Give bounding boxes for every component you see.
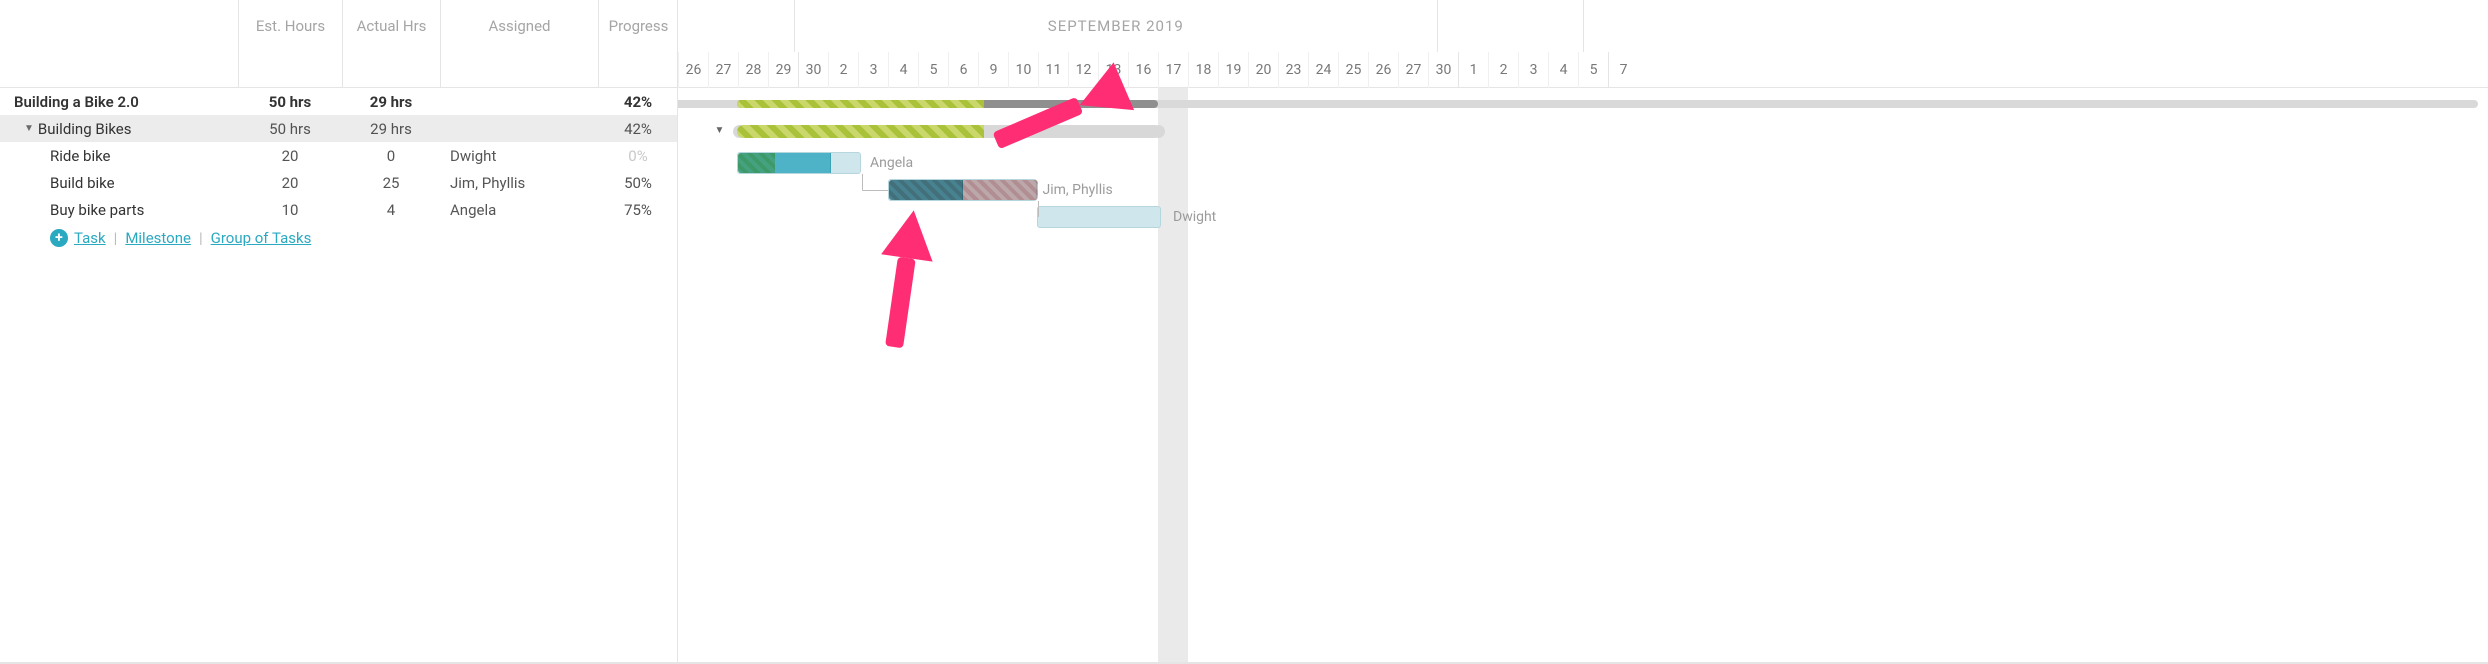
task-progress: 0% [598,147,678,165]
group-summary-progress [737,125,985,138]
task-name: Build bike [0,174,238,192]
gantt-assignee-label: Dwight [1173,209,1216,225]
table-row-task[interactable]: Build bike 20 25 Jim, Phyllis 50% [0,169,677,196]
dependency-connector [1038,201,1039,217]
timeline-month-row: SEPTEMBER 2019 [678,0,2488,52]
task-est: 20 [238,174,342,192]
col-assigned[interactable]: Assigned [440,0,598,52]
gantt-area[interactable]: ▼ Angela Jim, Phyllis Dwight [678,88,2488,664]
today-highlight [1158,88,1188,664]
timeline-day-cell[interactable]: 19 [1218,52,1248,88]
group-name: ▼ Building Bikes [0,120,238,138]
timeline-day-cell[interactable]: 3 [1518,52,1548,88]
dependency-connector [862,190,888,191]
timeline-day-cell[interactable]: 5 [1578,52,1608,88]
timeline-day-cell[interactable]: 25 [1338,52,1368,88]
timeline-day-cell[interactable]: 26 [678,52,708,88]
timeline-day-cell[interactable]: 5 [918,52,948,88]
timeline-day-cell[interactable]: 10 [1008,52,1038,88]
timeline-day-cell[interactable]: 24 [1308,52,1338,88]
dependency-connector [862,174,863,190]
timeline-day-cell[interactable]: 20 [1248,52,1278,88]
timeline-day-cell[interactable]: 17 [1158,52,1188,88]
timeline-day-cell[interactable]: 27 [1398,52,1428,88]
task-actual: 0 [342,147,440,165]
group-actual: 29 hrs [342,120,440,138]
caret-down-icon[interactable]: ▼ [24,123,34,134]
project-est: 50 hrs [238,93,342,111]
gantt-task-bar[interactable] [1037,206,1162,228]
task-assigned: Jim, Phyllis [440,174,598,192]
table-row-task[interactable]: Buy bike parts 10 4 Angela 75% [0,196,677,223]
timeline-day-cell[interactable]: 16 [1128,52,1158,88]
task-progress: 75% [598,201,678,219]
timeline-day-cell[interactable]: 4 [888,52,918,88]
gantt-assignee-label: Jim, Phyllis [1043,182,1113,198]
add-task-link[interactable]: Task [74,229,106,247]
timeline-day-cell[interactable]: 1 [1458,52,1488,88]
add-milestone-link[interactable]: Milestone [125,229,191,247]
table-pane: Est. Hours Actual Hrs Assigned Progress … [0,0,678,664]
timeline-day-cell[interactable]: 3 [858,52,888,88]
gantt-task-hatch [738,153,775,173]
timeline-day-cell[interactable]: 18 [1188,52,1218,88]
project-actual: 29 hrs [342,93,440,111]
table-header-row: Est. Hours Actual Hrs Assigned Progress [0,0,677,52]
gantt-assignee-label: Angela [870,155,913,171]
col-actual[interactable]: Actual Hrs [342,0,440,52]
group-name-label: Building Bikes [38,120,132,138]
task-est: 10 [238,201,342,219]
gantt-task-hatch [889,180,1038,200]
timeline-day-cell[interactable]: 28 [738,52,768,88]
timeline-day-cell[interactable]: 2 [828,52,858,88]
timeline-month-cell [678,0,794,52]
col-name [0,0,238,51]
task-progress: 50% [598,174,678,192]
timeline-day-cell[interactable]: 11 [1038,52,1068,88]
gantt-task-bar[interactable] [888,179,1037,201]
task-assigned: Angela [440,201,598,219]
task-actual: 4 [342,201,440,219]
timeline-day-cell[interactable]: 4 [1548,52,1578,88]
timeline-days-row: 2326272829302345691011121316171819202324… [678,52,2488,88]
project-progress: 42% [598,93,678,111]
gantt-pane: SEPTEMBER 2019 2326272829302345691011121… [678,0,2488,664]
col-progress[interactable]: Progress [598,0,678,52]
plus-icon[interactable]: + [50,229,68,247]
timeline-month-cell [1437,0,1583,52]
add-group-link[interactable]: Group of Tasks [211,229,312,247]
task-name: Ride bike [0,147,238,165]
timeline-day-cell[interactable]: 30 [798,52,828,88]
table-row-task[interactable]: Ride bike 20 0 Dwight 0% [0,142,677,169]
timeline-day-cell[interactable]: 23 [1278,52,1308,88]
annotation-arrow-icon [992,79,1125,150]
timeline-day-cell[interactable]: 2 [1488,52,1518,88]
task-est: 20 [238,147,342,165]
annotation-arrow-icon [885,211,922,349]
project-summary-progress [737,100,985,108]
caret-down-icon[interactable]: ▼ [715,125,725,136]
timeline-day-cell[interactable]: 9 [978,52,1008,88]
table-row-group[interactable]: ▼ Building Bikes 50 hrs 29 hrs 42% [0,115,677,142]
col-est[interactable]: Est. Hours [238,0,342,52]
timeline-month-cell [1583,0,2488,52]
gantt-task-bar[interactable] [737,152,862,174]
timeline-day-cell[interactable]: 6 [948,52,978,88]
task-assigned: Dwight [440,147,598,165]
timeline-day-cell[interactable]: 29 [768,52,798,88]
timeline-day-cell[interactable]: 27 [708,52,738,88]
timeline-day-cell[interactable]: 26 [1368,52,1398,88]
project-name: Building a Bike 2.0 [0,93,238,111]
task-actual: 25 [342,174,440,192]
timeline-month-cell: SEPTEMBER 2019 [794,0,1437,52]
timeline-day-cell[interactable]: 7 [1608,52,1638,88]
add-row: + Task | Milestone | Group of Tasks [0,223,677,253]
group-progress: 42% [598,120,678,138]
task-name: Buy bike parts [0,201,238,219]
timeline-day-cell[interactable]: 30 [1428,52,1458,88]
table-row-project[interactable]: Building a Bike 2.0 50 hrs 29 hrs 42% [0,88,677,115]
group-est: 50 hrs [238,120,342,138]
